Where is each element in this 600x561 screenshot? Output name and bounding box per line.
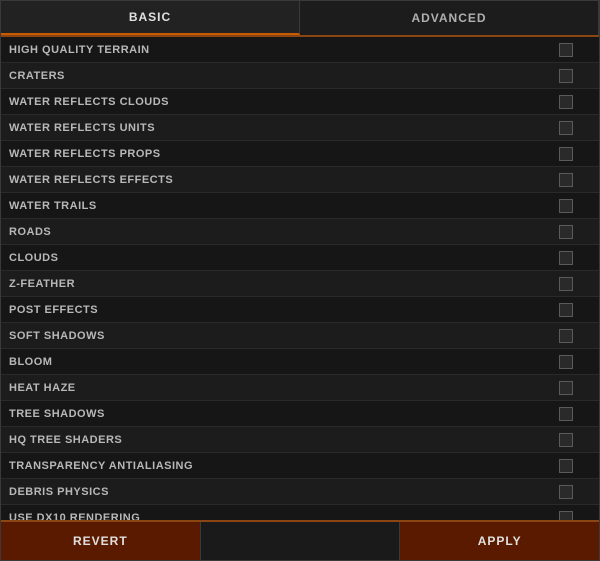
setting-row: WATER TRAILS <box>1 193 599 219</box>
setting-row: HEAT HAZE <box>1 375 599 401</box>
checkbox-area-water-reflects-effects <box>541 173 591 187</box>
setting-row: TREE SHADOWS <box>1 401 599 427</box>
checkbox-debris-physics[interactable] <box>559 485 573 499</box>
tab-basic[interactable]: BASIC <box>1 1 300 35</box>
checkbox-heat-haze[interactable] <box>559 381 573 395</box>
tab-bar: BASIC ADVANCED <box>1 1 599 37</box>
checkbox-area-water-reflects-props <box>541 147 591 161</box>
setting-row: WATER REFLECTS PROPS <box>1 141 599 167</box>
setting-row: WATER REFLECTS CLOUDS <box>1 89 599 115</box>
checkbox-area-z-feather <box>541 277 591 291</box>
setting-row: DEBRIS PHYSICS <box>1 479 599 505</box>
checkbox-post-effects[interactable] <box>559 303 573 317</box>
checkbox-area-bloom <box>541 355 591 369</box>
apply-button[interactable]: APPLY <box>399 522 599 560</box>
checkbox-area-water-reflects-units <box>541 121 591 135</box>
setting-label-transparency-antialiasing: TRANSPARENCY ANTIALIASING <box>9 460 541 472</box>
content-area: HIGH QUALITY TERRAIN CRATERS WATER REFLECT… <box>1 37 599 520</box>
setting-label-clouds: CLOUDS <box>9 252 541 264</box>
checkbox-hq-tree-shaders[interactable] <box>559 433 573 447</box>
setting-label-z-feather: Z-FEATHER <box>9 278 541 290</box>
checkbox-area-clouds <box>541 251 591 265</box>
checkbox-water-trails[interactable] <box>559 199 573 213</box>
checkbox-soft-shadows[interactable] <box>559 329 573 343</box>
checkbox-area-water-trails <box>541 199 591 213</box>
setting-row: HIGH QUALITY TERRAIN <box>1 37 599 63</box>
checkbox-area-heat-haze <box>541 381 591 395</box>
checkbox-high-quality-terrain[interactable] <box>559 43 573 57</box>
setting-label-heat-haze: HEAT HAZE <box>9 382 541 394</box>
checkbox-area-use-dx10-rendering <box>541 511 591 521</box>
settings-list[interactable]: HIGH QUALITY TERRAIN CRATERS WATER REFLECT… <box>1 37 599 520</box>
setting-label-bloom: BLOOM <box>9 356 541 368</box>
checkbox-area-high-quality-terrain <box>541 43 591 57</box>
checkbox-area-post-effects <box>541 303 591 317</box>
checkbox-tree-shadows[interactable] <box>559 407 573 421</box>
setting-label-use-dx10-rendering: USE DX10 RENDERING <box>9 512 541 521</box>
setting-row: TRANSPARENCY ANTIALIASING <box>1 453 599 479</box>
setting-row: CLOUDS <box>1 245 599 271</box>
checkbox-area-tree-shadows <box>541 407 591 421</box>
checkbox-bloom[interactable] <box>559 355 573 369</box>
setting-label-post-effects: POST EFFECTS <box>9 304 541 316</box>
setting-row: USE DX10 RENDERING <box>1 505 599 520</box>
checkbox-water-reflects-effects[interactable] <box>559 173 573 187</box>
button-spacer <box>201 522 400 560</box>
setting-label-water-reflects-effects: WATER REFLECTS EFFECTS <box>9 174 541 186</box>
setting-label-water-trails: WATER TRAILS <box>9 200 541 212</box>
setting-row: Z-FEATHER <box>1 271 599 297</box>
setting-label-craters: CRATERS <box>9 70 541 82</box>
setting-row: HQ TREE SHADERS <box>1 427 599 453</box>
setting-row: BLOOM <box>1 349 599 375</box>
revert-button[interactable]: REVERT <box>1 522 201 560</box>
checkbox-area-soft-shadows <box>541 329 591 343</box>
setting-label-high-quality-terrain: HIGH QUALITY TERRAIN <box>9 44 541 56</box>
setting-label-water-reflects-props: WATER REFLECTS PROPS <box>9 148 541 160</box>
checkbox-area-transparency-antialiasing <box>541 459 591 473</box>
checkbox-area-roads <box>541 225 591 239</box>
setting-label-soft-shadows: SOFT SHADOWS <box>9 330 541 342</box>
checkbox-area-hq-tree-shaders <box>541 433 591 447</box>
checkbox-craters[interactable] <box>559 69 573 83</box>
checkbox-area-craters <box>541 69 591 83</box>
setting-row: ROADS <box>1 219 599 245</box>
checkbox-z-feather[interactable] <box>559 277 573 291</box>
setting-row: CRATERS <box>1 63 599 89</box>
setting-row: POST EFFECTS <box>1 297 599 323</box>
setting-label-water-reflects-clouds: WATER REFLECTS CLOUDS <box>9 96 541 108</box>
setting-row: WATER REFLECTS UNITS <box>1 115 599 141</box>
checkbox-water-reflects-props[interactable] <box>559 147 573 161</box>
checkbox-water-reflects-units[interactable] <box>559 121 573 135</box>
settings-container: BASIC ADVANCED HIGH QUALITY TERRAIN CRATE… <box>0 0 600 561</box>
bottom-buttons: REVERT APPLY <box>1 520 599 560</box>
checkbox-transparency-antialiasing[interactable] <box>559 459 573 473</box>
setting-label-tree-shadows: TREE SHADOWS <box>9 408 541 420</box>
setting-row: WATER REFLECTS EFFECTS <box>1 167 599 193</box>
setting-label-debris-physics: DEBRIS PHYSICS <box>9 486 541 498</box>
tab-advanced[interactable]: ADVANCED <box>300 1 599 35</box>
checkbox-use-dx10-rendering[interactable] <box>559 511 573 521</box>
checkbox-roads[interactable] <box>559 225 573 239</box>
checkbox-water-reflects-clouds[interactable] <box>559 95 573 109</box>
checkbox-clouds[interactable] <box>559 251 573 265</box>
checkbox-area-water-reflects-clouds <box>541 95 591 109</box>
setting-row: SOFT SHADOWS <box>1 323 599 349</box>
setting-label-water-reflects-units: WATER REFLECTS UNITS <box>9 122 541 134</box>
checkbox-area-debris-physics <box>541 485 591 499</box>
setting-label-hq-tree-shaders: HQ TREE SHADERS <box>9 434 541 446</box>
setting-label-roads: ROADS <box>9 226 541 238</box>
